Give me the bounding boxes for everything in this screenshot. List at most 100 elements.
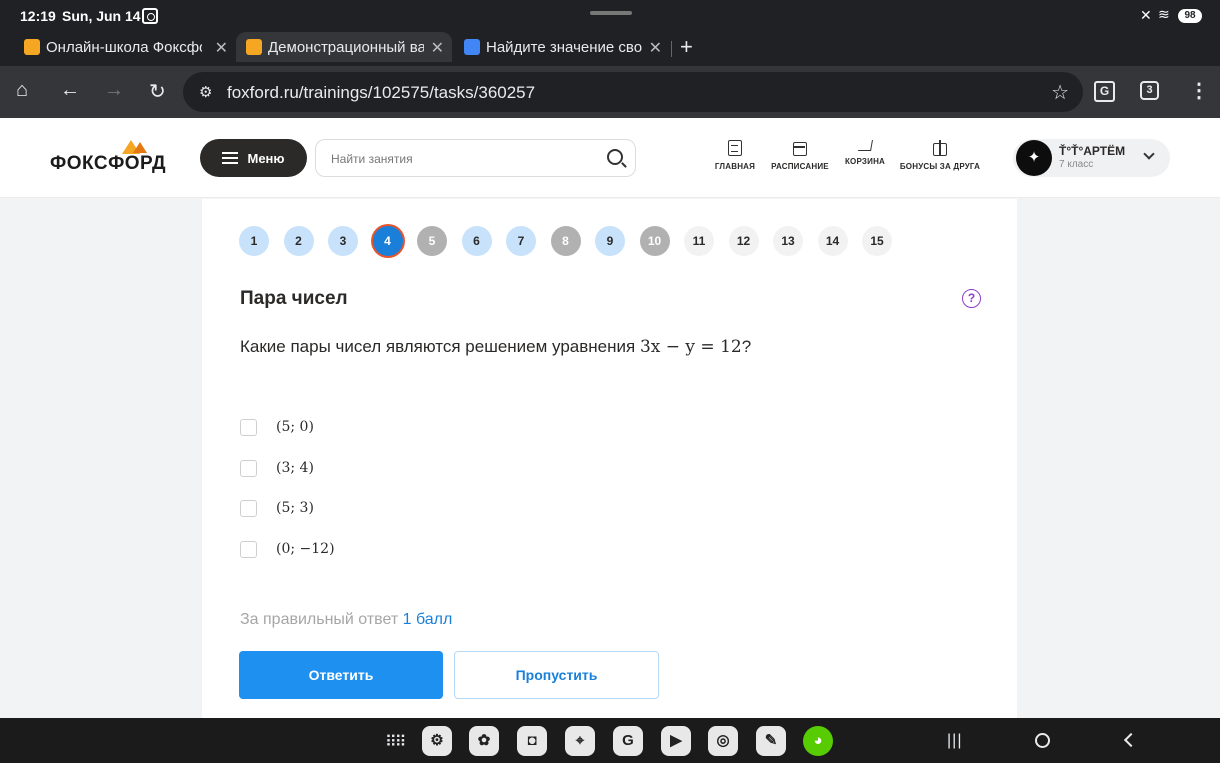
tab-3[interactable]: Найдите значение свободного ✕ [454, 32, 670, 62]
help-icon[interactable]: ? [962, 289, 981, 308]
page-13-button[interactable]: 13 [773, 226, 803, 256]
page-14-button[interactable]: 14 [817, 226, 848, 256]
page-15-button[interactable]: 15 [862, 226, 892, 256]
nav-bonus[interactable]: БОНУСЫ ЗА ДРУГА [898, 140, 982, 171]
close-icon[interactable]: ✕ [431, 38, 444, 58]
app-drawer-icon[interactable]: ⠿⠿ [385, 732, 406, 752]
question-text-part: Какие пары чисел являются решением уравн… [240, 337, 640, 356]
answer-option[interactable]: (0; −12) [240, 540, 335, 558]
page-12-button[interactable]: 12 [728, 226, 759, 256]
play-store-icon[interactable]: ▶ [661, 726, 691, 756]
checkbox[interactable] [240, 459, 257, 477]
close-icon[interactable]: ✕ [215, 38, 228, 58]
more-menu-icon[interactable]: ⋮ [1189, 78, 1209, 103]
tab-2[interactable]: Демонстрационный вариант ✕ [236, 32, 452, 62]
bookmark-star-icon[interactable]: ☆ [1051, 80, 1069, 105]
page-7-button[interactable]: 7 [506, 226, 536, 256]
option-label: (5; 0) [276, 419, 314, 435]
reload-icon[interactable]: ↻ [149, 79, 166, 104]
profile-name: Ť°Ť°АРТЁМ [1059, 144, 1126, 158]
clipboard-icon [728, 140, 742, 156]
settings-app-icon[interactable]: ⚙ [422, 726, 452, 756]
duolingo-app-icon[interactable]: ◕ [803, 726, 833, 756]
page-9-button[interactable]: 9 [595, 226, 625, 256]
score-value: 1 балл [402, 611, 453, 628]
logo-ears [133, 142, 147, 153]
page-8-button[interactable]: 8 [550, 226, 581, 256]
foxford-favicon [24, 39, 40, 55]
search-input[interactable]: Найти занятия [315, 139, 636, 177]
page-5-button[interactable]: 5 [417, 226, 447, 256]
address-bar[interactable]: ⚙ foxford.ru/trainings/102575/tasks/3602… [183, 72, 1083, 112]
google-favicon [464, 39, 480, 55]
status-bar: 12:19 Sun, Jun 14 ✕ ≋ 98 [0, 0, 1220, 32]
tab-title: Демонстрационный вариант [268, 38, 424, 56]
home-icon[interactable]: ⌂ [16, 79, 28, 102]
tab-strip: Онлайн-школа Фоксфорд ✕ Демонстрационный… [0, 32, 1220, 66]
back-nav-icon[interactable] [1123, 732, 1139, 748]
taskbar: ⠿⠿ ⚙ ✿ ◘ ⌖ G ▶ ◎ ✎ ◕ ||| [0, 718, 1220, 763]
site-header: ФОКСФОРД Меню Найти занятия ГЛАВНАЯ РАСП… [0, 118, 1220, 198]
page-2-button[interactable]: 2 [283, 226, 314, 256]
drag-handle[interactable] [590, 11, 632, 15]
nav-cart[interactable]: КОРЗИНА [840, 140, 890, 166]
answer-button[interactable]: Ответить [239, 651, 443, 699]
menu-button[interactable]: Меню [200, 139, 307, 177]
nav-label: ГЛАВНАЯ [714, 162, 756, 171]
nav-label: КОРЗИНА [844, 157, 886, 166]
camera-app-icon[interactable]: ◘ [517, 726, 547, 756]
foxford-favicon [246, 39, 262, 55]
page-6-button[interactable]: 6 [461, 226, 492, 256]
nav-schedule[interactable]: РАСПИСАНИЕ [767, 140, 833, 171]
page-11-button[interactable]: 11 [684, 226, 714, 256]
score-note: За правильный ответ 1 балл [240, 611, 452, 629]
question-end: ? [741, 337, 752, 356]
answer-option[interactable]: (5; 3) [240, 499, 314, 517]
foxford-logo[interactable]: ФОКСФОРД [50, 153, 166, 175]
checkbox[interactable] [240, 418, 257, 436]
tab-title: Онлайн-школа Фоксфорд [46, 38, 202, 56]
profile-menu[interactable]: ✦ Ť°Ť°АРТЁМ 7 класс [1013, 139, 1170, 177]
chevron-down-icon [1143, 148, 1155, 160]
page-10-button[interactable]: 10 [639, 226, 670, 256]
search-placeholder: Найти занятия [331, 152, 413, 166]
battery-badge: 98 [1178, 9, 1202, 23]
page-3-button[interactable]: 3 [328, 226, 358, 256]
chrome-app-icon[interactable]: ◎ [708, 726, 738, 756]
answer-option[interactable]: (3; 4) [240, 459, 314, 477]
page-1-button[interactable]: 1 [239, 226, 269, 256]
new-tab-icon[interactable]: + [680, 34, 693, 60]
back-icon[interactable]: ← [60, 79, 80, 102]
recents-icon[interactable]: ||| [947, 732, 962, 750]
home-button-icon[interactable] [1035, 733, 1050, 748]
url-text[interactable]: foxford.ru/trainings/102575/tasks/360257 [227, 83, 535, 103]
site-settings-icon[interactable]: ⚙ [199, 83, 212, 101]
skip-button[interactable]: Пропустить [454, 651, 659, 699]
forward-icon[interactable]: → [104, 79, 124, 102]
status-time: 12:19 [20, 8, 56, 24]
nav-label: РАСПИСАНИЕ [771, 162, 829, 171]
flower-app-icon[interactable]: ✿ [469, 726, 499, 756]
status-date: Sun, Jun 14 [62, 8, 141, 24]
option-label: (3; 4) [276, 460, 314, 476]
option-label: (5; 3) [276, 500, 314, 516]
task-title: Пара чисел [240, 288, 348, 309]
notes-app-icon[interactable]: ✎ [756, 726, 786, 756]
page-4-button[interactable]: 4 [372, 226, 403, 256]
answer-option[interactable]: (5; 0) [240, 418, 314, 436]
mute-icon: ✕ [1140, 7, 1152, 23]
translate-icon[interactable]: G [1094, 81, 1115, 102]
tab-switcher-button[interactable]: 3 [1140, 81, 1159, 100]
menu-label: Меню [247, 150, 285, 166]
maps-app-icon[interactable]: ⌖ [565, 726, 595, 756]
close-icon[interactable]: ✕ [649, 38, 662, 58]
search-icon[interactable] [607, 149, 623, 165]
gift-icon [933, 140, 947, 156]
tab-1[interactable]: Онлайн-школа Фоксфорд ✕ [14, 32, 236, 62]
nav-main[interactable]: ГЛАВНАЯ [710, 140, 760, 171]
checkbox[interactable] [240, 540, 257, 558]
google-app-icon[interactable]: G [613, 726, 643, 756]
wifi-icon: ≋ [1158, 6, 1170, 22]
tab-title: Найдите значение свободного [486, 38, 642, 56]
checkbox[interactable] [240, 499, 257, 517]
